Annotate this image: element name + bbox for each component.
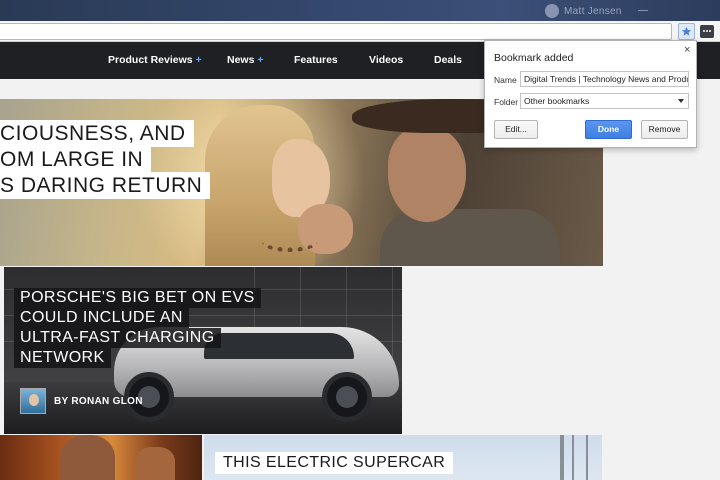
article-title-line[interactable]: ULTRA-FAST CHARGING bbox=[14, 328, 221, 348]
hero-headline-line[interactable]: CIOUSNESS, AND bbox=[0, 120, 194, 147]
browser-titlebar: Matt Jensen bbox=[0, 0, 720, 21]
bookmark-added-popup: Bookmark added × Name Digital Trends | T… bbox=[484, 40, 697, 148]
nav-product-reviews[interactable]: Product Reviews + bbox=[108, 54, 202, 66]
nav-videos[interactable]: Videos bbox=[369, 54, 403, 66]
hero-headline-line[interactable]: OM LARGE IN bbox=[0, 146, 152, 173]
avatar bbox=[20, 388, 46, 414]
article-author[interactable]: BY RONAN GLON bbox=[20, 388, 143, 414]
star-icon bbox=[681, 26, 692, 36]
article-card-game[interactable] bbox=[0, 435, 202, 480]
address-bar[interactable] bbox=[0, 23, 672, 40]
nav-deals[interactable]: Deals bbox=[434, 54, 462, 66]
edit-button[interactable]: Edit... bbox=[494, 120, 538, 139]
minimize-button[interactable] bbox=[628, 0, 658, 21]
folder-select-value: Other bookmarks bbox=[524, 96, 590, 106]
minimize-icon bbox=[638, 10, 648, 11]
article-title-line[interactable]: NETWORK bbox=[14, 348, 111, 368]
nav-features[interactable]: Features bbox=[294, 54, 338, 66]
folder-label: Folder bbox=[494, 97, 519, 107]
profile-avatar bbox=[545, 4, 559, 18]
remove-button[interactable]: Remove bbox=[641, 120, 688, 139]
profile-button[interactable]: Matt Jensen bbox=[545, 3, 622, 19]
folder-select[interactable]: Other bookmarks bbox=[520, 93, 689, 109]
popup-title: Bookmark added bbox=[494, 52, 574, 64]
article-title-line[interactable]: COULD INCLUDE AN bbox=[14, 308, 189, 328]
article-title-line[interactable]: PORSCHE'S BIG BET ON EVS bbox=[14, 288, 261, 308]
bookmark-star-button[interactable] bbox=[678, 23, 695, 40]
article-title[interactable]: THIS ELECTRIC SUPERCAR bbox=[215, 452, 454, 474]
expand-icon: + bbox=[195, 54, 202, 66]
nav-news[interactable]: News + bbox=[227, 54, 264, 66]
bookmark-name-input[interactable]: Digital Trends | Technology News and Pro… bbox=[520, 71, 689, 87]
close-icon[interactable]: × bbox=[684, 44, 690, 56]
name-label: Name bbox=[494, 75, 517, 85]
chevron-down-icon bbox=[678, 99, 684, 103]
expand-icon: + bbox=[257, 54, 264, 66]
hero-headline-line[interactable]: S DARING RETURN bbox=[0, 172, 211, 199]
browser-toolbar bbox=[0, 21, 720, 42]
author-name: BY RONAN GLON bbox=[54, 395, 143, 407]
profile-name: Matt Jensen bbox=[564, 5, 622, 17]
done-button[interactable]: Done bbox=[585, 120, 632, 139]
browser-menu-button[interactable] bbox=[700, 25, 714, 38]
